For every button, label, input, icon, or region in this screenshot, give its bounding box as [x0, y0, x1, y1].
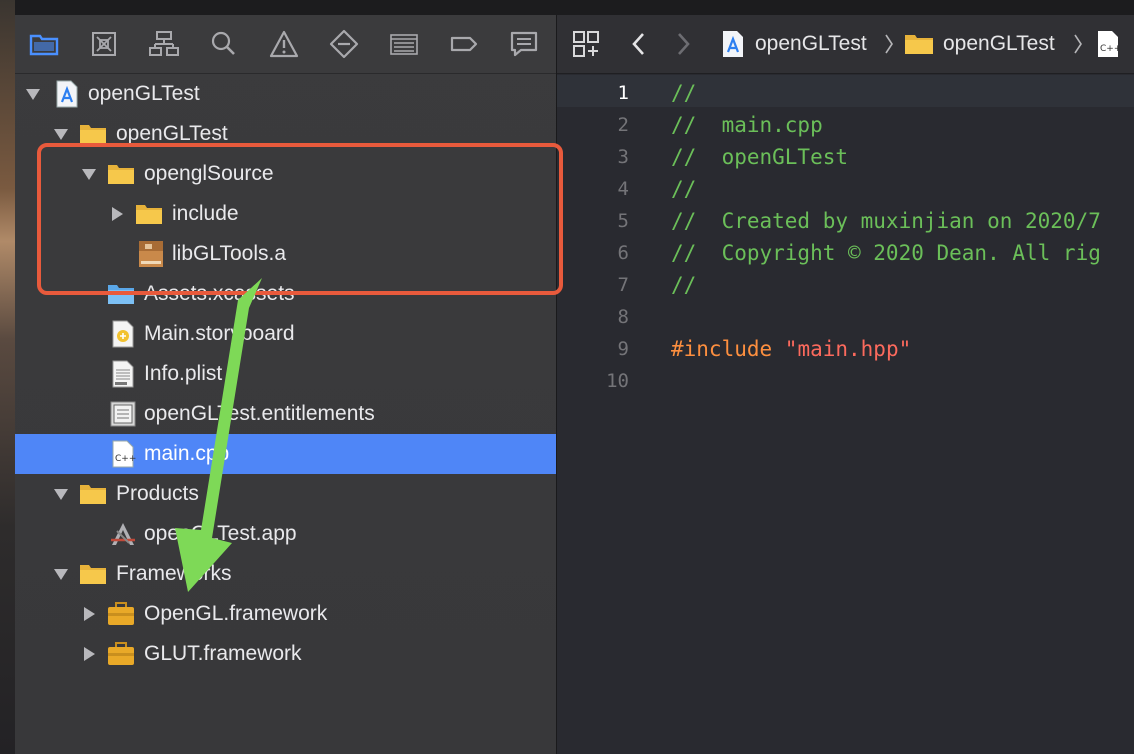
- source-control-icon[interactable]: [88, 29, 120, 59]
- app-icon: [108, 519, 138, 549]
- disclosure-expanded-icon[interactable]: [53, 486, 69, 502]
- tree-row-framework[interactable]: GLUT.framework: [15, 634, 556, 674]
- tree-row-label: main.cpp: [144, 442, 230, 465]
- code-text: // Copyright © 2020 Dean. All rig: [671, 241, 1101, 265]
- code-text: // main.cpp: [671, 113, 823, 137]
- disclosure-collapsed-icon[interactable]: [81, 646, 97, 662]
- tree-row-label: openGLTest.app: [144, 522, 297, 545]
- line-number: 9: [617, 338, 629, 360]
- tree-row-label: Frameworks: [116, 562, 232, 585]
- window-top-edge: [15, 0, 1134, 15]
- tree-row-file-selected[interactable]: C++ main.cpp: [15, 434, 556, 474]
- search-icon[interactable]: [208, 29, 240, 59]
- tree-row-file[interactable]: openGLTest.app: [15, 514, 556, 554]
- tree-row-file[interactable]: Main.storyboard: [15, 314, 556, 354]
- tree-row-label: Products: [116, 482, 199, 505]
- xcode-project-icon: [719, 29, 747, 59]
- line-number: 7: [617, 274, 629, 296]
- cpp-file-icon: C++: [108, 439, 138, 469]
- code-text: #include "main.hpp": [671, 337, 911, 361]
- tree-row-file[interactable]: openGLTest.entitlements: [15, 394, 556, 434]
- breadcrumb-separator-icon: [1072, 29, 1084, 59]
- tree-row-file[interactable]: Info.plist: [15, 354, 556, 394]
- preprocessor-token: #include: [671, 337, 785, 361]
- test-icon[interactable]: [328, 29, 360, 59]
- navigator-toolbar: [15, 15, 556, 74]
- line-number: 6: [617, 242, 629, 264]
- svg-text:C++: C++: [115, 454, 136, 464]
- forward-arrow-icon[interactable]: [671, 29, 695, 59]
- tree-row-label: openGLTest: [88, 82, 200, 105]
- disclosure-expanded-icon[interactable]: [25, 86, 41, 102]
- tree-row-folder[interactable]: Frameworks: [15, 554, 556, 594]
- source-editor: openGLTest openGLTest C++ 1 // 2 // main.cp…: [557, 15, 1134, 754]
- tree-row-label: openGLTest.entitlements: [144, 402, 375, 425]
- code-line[interactable]: 2 // main.cpp: [557, 107, 1134, 139]
- annotation-highlight-box: [37, 143, 563, 295]
- breadcrumb-separator-icon: [883, 29, 895, 59]
- tree-row-label: GLUT.framework: [144, 642, 302, 665]
- jump-bar: openGLTest openGLTest C++: [557, 15, 1134, 74]
- code-line[interactable]: 9 #include "main.hpp": [557, 331, 1134, 363]
- warning-icon[interactable]: [268, 29, 300, 59]
- project-navigator: openGLTest openGLTest openglSource inclu…: [15, 15, 557, 754]
- folder-icon: [78, 479, 108, 509]
- code-text: // openGLTest: [671, 145, 849, 169]
- code-line[interactable]: 4 //: [557, 171, 1134, 203]
- plist-icon: [108, 359, 138, 389]
- related-items-icon[interactable]: [571, 29, 601, 59]
- folder-icon: [78, 559, 108, 589]
- tree-row-framework[interactable]: OpenGL.framework: [15, 594, 556, 634]
- back-arrow-icon[interactable]: [627, 29, 651, 59]
- code-line[interactable]: 10: [557, 363, 1134, 395]
- tree-row-label: openGLTest: [116, 122, 228, 145]
- line-number: 3: [617, 146, 629, 168]
- code-text: // Created by muxinjian on 2020/7: [671, 209, 1101, 233]
- breadcrumb-project[interactable]: openGLTest: [755, 32, 867, 56]
- svg-text:C++: C++: [1100, 44, 1121, 54]
- tree-row-project[interactable]: openGLTest: [15, 74, 556, 114]
- line-number: 5: [617, 210, 629, 232]
- entitlements-icon: [108, 399, 138, 429]
- line-number: 1: [617, 82, 629, 104]
- code-line[interactable]: 8: [557, 299, 1134, 331]
- code-text: //: [671, 273, 697, 297]
- string-token: "main.hpp": [784, 337, 912, 361]
- storyboard-icon: [108, 319, 138, 349]
- line-number: 8: [617, 306, 629, 328]
- framework-icon: [106, 599, 136, 629]
- disclosure-expanded-icon[interactable]: [53, 126, 69, 142]
- cpp-file-icon: C++: [1095, 29, 1123, 59]
- folder-icon: [903, 29, 935, 59]
- line-number: 2: [617, 114, 629, 136]
- framework-icon: [106, 639, 136, 669]
- code-line[interactable]: 3 // openGLTest: [557, 139, 1134, 171]
- hierarchy-icon[interactable]: [148, 29, 180, 59]
- code-text: //: [671, 81, 697, 105]
- disclosure-expanded-icon[interactable]: [53, 566, 69, 582]
- line-number: 10: [606, 370, 629, 392]
- code-line[interactable]: 7 //: [557, 267, 1134, 299]
- debug-icon[interactable]: [388, 29, 420, 59]
- code-text: //: [671, 177, 697, 201]
- tree-row-label: Info.plist: [144, 362, 223, 385]
- line-number: 4: [617, 178, 629, 200]
- tree-row-label: Main.storyboard: [144, 322, 295, 345]
- folder-icon[interactable]: [28, 29, 60, 59]
- code-line[interactable]: 5 // Created by muxinjian on 2020/7: [557, 203, 1134, 235]
- code-line[interactable]: 6 // Copyright © 2020 Dean. All rig: [557, 235, 1134, 267]
- xcode-project-icon: [52, 79, 82, 109]
- disclosure-collapsed-icon[interactable]: [81, 606, 97, 622]
- code-line[interactable]: 1 //: [557, 75, 1134, 107]
- breadcrumb-folder[interactable]: openGLTest: [943, 32, 1055, 56]
- tree-row-label: OpenGL.framework: [144, 602, 328, 625]
- desktop-background: [0, 0, 15, 754]
- report-icon[interactable]: [508, 29, 540, 59]
- breakpoint-icon[interactable]: [448, 29, 480, 59]
- tree-row-folder[interactable]: Products: [15, 474, 556, 514]
